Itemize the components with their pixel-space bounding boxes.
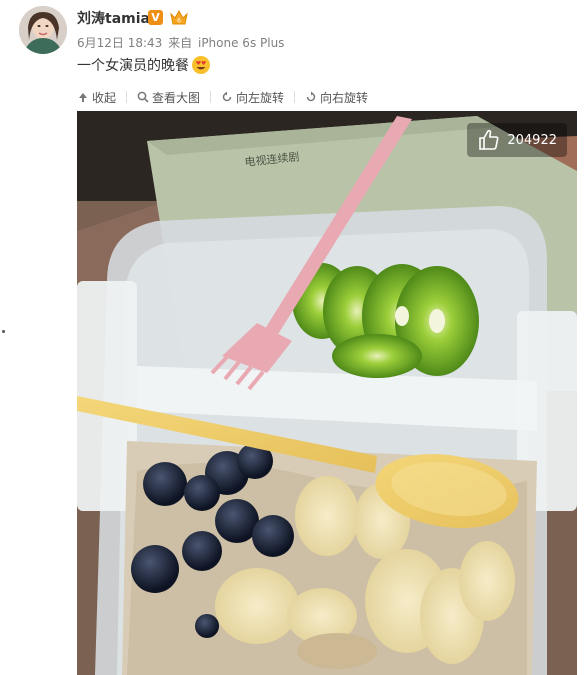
- side-dot: [2, 330, 5, 333]
- rotate-right-icon: [306, 91, 316, 102]
- like-count: 204922: [507, 132, 557, 148]
- rotate-left-button[interactable]: 向左旋转: [221, 89, 284, 106]
- post-text: 一个女演员的晚餐: [77, 55, 211, 75]
- view-large-button[interactable]: 查看大图: [137, 89, 200, 106]
- collapse-label: 收起: [92, 90, 117, 105]
- thumbs-up-icon: [479, 129, 499, 150]
- member-crown-icon[interactable]: 6: [169, 8, 189, 26]
- rotate-left-icon: [222, 91, 232, 102]
- image-toolbar: 收起 查看大图 向左旋转 向右旋转: [77, 87, 577, 107]
- toolbar-divider: [210, 91, 212, 103]
- post-date[interactable]: 6月12日 18:43: [77, 36, 162, 50]
- verified-badge-icon: V: [148, 10, 163, 25]
- like-counter[interactable]: 204922: [467, 123, 567, 157]
- svg-text:6: 6: [177, 18, 181, 25]
- post-text-content: 一个女演员的晚餐: [77, 58, 189, 74]
- post-device[interactable]: iPhone 6s Plus: [198, 36, 284, 50]
- food-photo-illustration: 电视连续剧: [77, 111, 577, 675]
- toolbar-divider: [126, 91, 128, 103]
- view-large-label: 查看大图: [152, 90, 201, 105]
- rotate-right-button[interactable]: 向右旋转: [305, 89, 368, 106]
- collapse-icon: [79, 93, 87, 102]
- rotate-right-label: 向右旋转: [320, 90, 369, 105]
- post-source-prefix: 来自: [168, 36, 193, 50]
- post-photo[interactable]: 电视连续剧 204922: [77, 111, 577, 675]
- username[interactable]: 刘涛tamia: [77, 8, 150, 28]
- search-icon: [137, 91, 149, 103]
- toolbar-divider: [294, 91, 296, 103]
- post-meta: 6月12日 18:43 来自 iPhone 6s Plus: [77, 34, 286, 51]
- heart-eyes-emoji-icon: [192, 56, 210, 74]
- avatar[interactable]: [19, 6, 67, 54]
- collapse-button[interactable]: 收起: [77, 89, 116, 106]
- rotate-left-label: 向左旋转: [236, 90, 285, 105]
